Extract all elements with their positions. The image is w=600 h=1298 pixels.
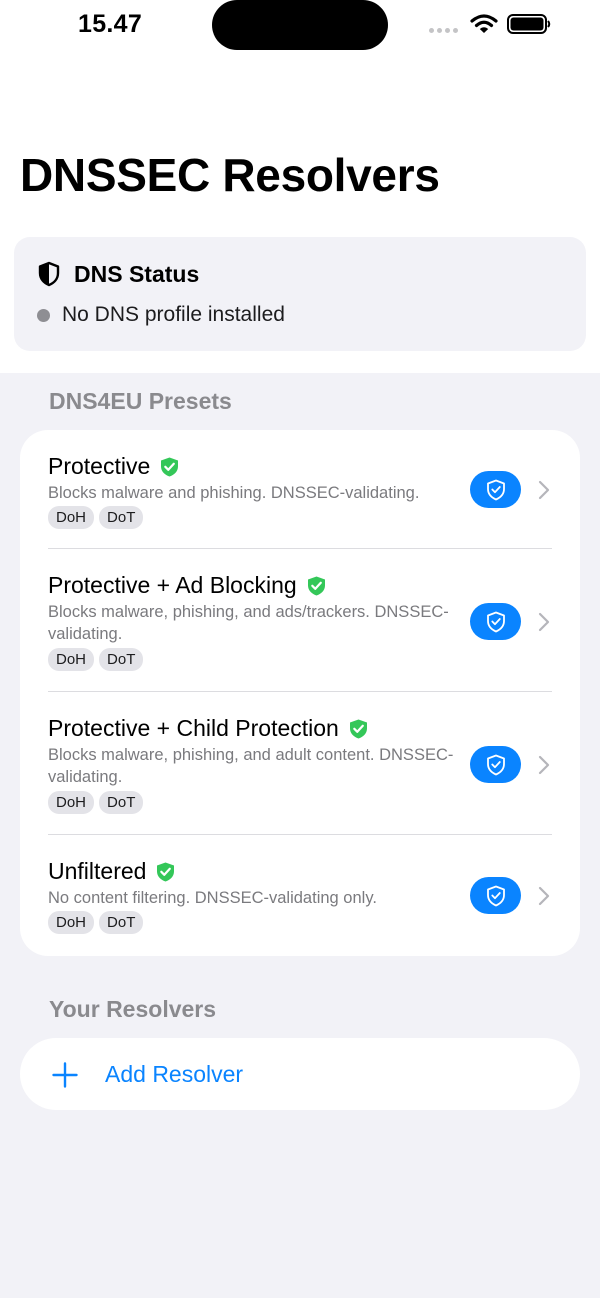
chevron-right-icon bbox=[538, 886, 550, 906]
preset-title: Unfiltered bbox=[48, 858, 175, 885]
your-resolvers-header: Your Resolvers bbox=[49, 996, 217, 1022]
dns-status-title: DNS Status bbox=[74, 261, 200, 287]
tag-doh: DoH bbox=[48, 506, 95, 529]
shield-check-icon bbox=[486, 885, 505, 906]
presets-list: Protective Blocks malware and phishing. … bbox=[20, 430, 580, 956]
battery-icon bbox=[507, 14, 551, 34]
status-time: 15.47 bbox=[78, 10, 143, 38]
verified-shield-icon bbox=[161, 457, 179, 476]
page-title: DNSSEC Resolvers bbox=[20, 149, 440, 201]
dns-status-card: DNS Status No DNS profile installed bbox=[14, 237, 586, 351]
activate-button[interactable] bbox=[470, 746, 521, 783]
activate-button[interactable] bbox=[470, 471, 521, 508]
tag-dot: DoT bbox=[99, 911, 144, 934]
preset-description: Blocks malware, phishing, and ads/tracke… bbox=[48, 603, 449, 643]
tag-doh: DoH bbox=[48, 648, 95, 671]
chevron-right-icon bbox=[538, 755, 550, 775]
dynamic-island bbox=[212, 0, 388, 50]
wifi-icon bbox=[470, 14, 498, 33]
activate-button[interactable] bbox=[470, 603, 521, 640]
shield-check-icon bbox=[486, 611, 505, 632]
protocol-tags: DoH DoT bbox=[48, 648, 144, 671]
verified-shield-icon bbox=[349, 719, 367, 738]
tag-doh: DoH bbox=[48, 911, 95, 934]
cellular-signal-icon bbox=[429, 28, 458, 33]
verified-shield-icon bbox=[307, 576, 325, 595]
shield-icon bbox=[38, 261, 60, 287]
presets-section-header: DNS4EU Presets bbox=[49, 388, 232, 414]
add-resolver-label: Add Resolver bbox=[105, 1061, 244, 1087]
tag-doh: DoH bbox=[48, 791, 95, 814]
chevron-right-icon bbox=[538, 612, 550, 632]
activate-button[interactable] bbox=[470, 877, 521, 914]
tag-dot: DoT bbox=[99, 648, 144, 671]
dns-status-message: No DNS profile installed bbox=[62, 303, 285, 326]
add-resolver-button[interactable]: Add Resolver bbox=[20, 1038, 580, 1110]
preset-title: Protective + Ad Blocking bbox=[48, 572, 326, 599]
protocol-tags: DoH DoT bbox=[48, 506, 144, 529]
preset-row-ad-blocking[interactable]: Protective + Ad Blocking Blocks malware,… bbox=[20, 549, 580, 691]
preset-row-protective[interactable]: Protective Blocks malware and phishing. … bbox=[20, 430, 580, 548]
preset-row-unfiltered[interactable]: Unfiltered No content filtering. DNSSEC-… bbox=[20, 835, 580, 956]
protocol-tags: DoH DoT bbox=[48, 911, 144, 934]
preset-title: Protective bbox=[48, 453, 179, 480]
preset-title: Protective + Child Protection bbox=[48, 715, 368, 742]
preset-description: Blocks malware and phishing. DNSSEC-vali… bbox=[48, 484, 420, 502]
preset-description: No content filtering. DNSSEC-validating … bbox=[48, 889, 377, 907]
chevron-right-icon bbox=[538, 480, 550, 500]
shield-check-icon bbox=[486, 754, 505, 775]
tag-dot: DoT bbox=[99, 506, 144, 529]
plus-icon bbox=[52, 1062, 78, 1088]
preset-row-child-protection[interactable]: Protective + Child Protection Blocks mal… bbox=[20, 692, 580, 834]
preset-description: Blocks malware, phishing, and adult cont… bbox=[48, 746, 454, 786]
tag-dot: DoT bbox=[99, 791, 144, 814]
protocol-tags: DoH DoT bbox=[48, 791, 144, 814]
shield-check-icon bbox=[486, 479, 505, 500]
verified-shield-icon bbox=[157, 862, 175, 881]
status-indicator-dot bbox=[37, 309, 50, 322]
